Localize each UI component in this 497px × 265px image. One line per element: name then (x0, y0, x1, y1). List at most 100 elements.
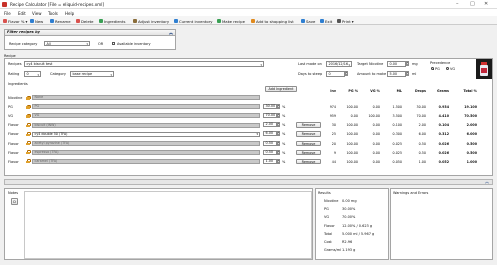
ingredient-inv-cell: 9 (333, 150, 336, 155)
delete-button[interactable]: Delete (76, 18, 93, 24)
collapse-filter-icon[interactable]: ︽ (169, 30, 173, 35)
remove-ingredient-button[interactable]: Remove (296, 140, 321, 146)
precedence-vg-radio[interactable] (446, 67, 449, 70)
ingredient-grams-cell: 0.026 (438, 150, 449, 155)
last-made-date-picker[interactable]: 2016/12/16 ▾ (326, 61, 352, 67)
current-inventory-label: Current inventory (179, 18, 213, 24)
print-button[interactable]: Print ▾ (337, 18, 354, 24)
ingredient-amount-stepper[interactable]: ▴ ▾ (277, 140, 280, 146)
rating-select[interactable]: 0 ▾ (24, 71, 41, 77)
delete-label: Delete (81, 18, 94, 24)
amount-to-make-input[interactable]: 5.00 (387, 71, 406, 77)
lock-icon[interactable] (26, 95, 31, 100)
recipes-select[interactable]: cy4 biscuit test ▾ (24, 61, 264, 67)
remove-ingredient-button[interactable]: Remove (296, 131, 321, 137)
splitter-bar[interactable]: ︽ (4, 179, 493, 185)
notes-textarea[interactable] (24, 191, 312, 259)
current-inventory-button[interactable]: Current inventory (174, 18, 213, 24)
or-label: OR (98, 42, 104, 46)
ingredient-vg-cell: 0.00 (372, 105, 380, 110)
precedence-pg-label: PG (435, 67, 440, 71)
filter-header[interactable]: Filter recipes by ︽ (4, 29, 176, 36)
category-label: Category (50, 72, 66, 76)
ingredient-select[interactable]: espresso (TFA) (32, 149, 260, 155)
ingredient-select[interactable]: PG (32, 104, 260, 110)
flavor-icon (3, 19, 7, 23)
lock-icon[interactable] (26, 150, 31, 155)
ingredient-select[interactable]: biscuit (INW) (32, 122, 260, 128)
notes-label: Notes (8, 191, 19, 195)
ingredient-type-label: Flavor (8, 132, 19, 137)
ingredient-pg-cell: 100.00 (346, 123, 358, 128)
add-ingredient-button[interactable]: Add Ingredient (265, 86, 297, 92)
ingredient-amount-input[interactable]: 1.00 (263, 158, 277, 164)
days-steep-input[interactable]: 0 (326, 71, 345, 77)
exit-button[interactable]: Exit (320, 18, 332, 24)
remove-ingredient-button[interactable]: Remove (296, 158, 321, 165)
flavor-percent-button[interactable]: Flavor % ▾ (3, 18, 27, 24)
ingredient-amount-input[interactable]: 0.50 (263, 149, 277, 155)
make-recipe-button[interactable]: Make recipe (217, 18, 245, 24)
ingredient-vg-cell: 0.00 (372, 123, 380, 128)
lock-icon[interactable] (26, 104, 31, 109)
ingredient-select[interactable]: acetyl pyrazine (TFA) (32, 140, 260, 146)
ingredient-amount-input[interactable]: 30.00 (263, 104, 277, 110)
ingredients-section-label: Ingredients (8, 82, 28, 86)
available-inventory-checkbox[interactable] (112, 42, 116, 46)
ingredient-amount-stepper[interactable]: ▴ ▾ (277, 122, 280, 128)
print-icon (337, 19, 341, 23)
column-header-ml: ML (396, 89, 402, 93)
ingredient-amount-input[interactable]: 70.00 (263, 113, 277, 119)
add-to-shopping-list-button[interactable]: Add to shopping list (251, 18, 294, 24)
last-made-value: 2016/12/16 (328, 62, 349, 66)
target-nicotine-stepper[interactable]: ▴ ▾ (406, 61, 409, 66)
save-button[interactable]: Save (301, 18, 315, 24)
remove-ingredient-button[interactable]: Remove (296, 149, 321, 156)
add-to-shopping-list-label: Add to shopping list (256, 18, 294, 24)
menu-view[interactable]: View (32, 11, 42, 16)
ingredient-select[interactable]: caramel (TFA) (32, 158, 260, 164)
lock-icon[interactable] (26, 159, 31, 164)
notes-edit-button[interactable]: D (11, 198, 18, 205)
adjust-inventory-button[interactable]: Adjust inventory (133, 18, 169, 24)
ingredient-amount-input[interactable]: 2.00 (263, 122, 277, 128)
ingredient-amount-value: 0.50 (265, 140, 274, 145)
ingredient-select[interactable]: cy4 double 50 (TFA) ▾ (32, 131, 260, 137)
lock-icon[interactable] (26, 132, 31, 137)
close-button[interactable]: ✕ (484, 1, 488, 7)
collapse-bottom-icon[interactable]: ︽ (485, 179, 489, 185)
ingredient-amount-input[interactable]: 0.50 (263, 140, 277, 146)
precedence-pg-radio[interactable] (431, 67, 434, 70)
ingredient-amount-stepper[interactable]: ▴ ▾ (277, 149, 280, 155)
ingredients-button[interactable]: Ingredients (99, 18, 125, 24)
ingredient-select[interactable]: None (32, 95, 260, 101)
ingredient-amount-stepper[interactable]: ▴ ▾ (277, 113, 280, 119)
rename-button[interactable]: Rename (50, 18, 71, 24)
category-select[interactable]: base recipe ▾ (70, 71, 114, 77)
recipe-category-select[interactable]: All ▾ (44, 40, 90, 46)
lock-icon[interactable] (26, 141, 31, 146)
save-label: Save (306, 18, 316, 24)
amount-to-make-unit: ml (412, 72, 417, 76)
ingredient-amount-input[interactable]: 6.00 (263, 131, 277, 137)
lock-icon[interactable] (26, 123, 31, 127)
delete-icon (76, 19, 80, 23)
menu-help[interactable]: Help (65, 11, 74, 16)
minimize-button[interactable]: – (456, 1, 459, 7)
menu-tools[interactable]: Tools (48, 11, 58, 16)
lock-icon[interactable] (26, 113, 31, 118)
menu-edit[interactable]: Edit (18, 11, 26, 16)
ingredient-select[interactable]: VG (32, 113, 260, 119)
amount-to-make-stepper[interactable]: ▴ ▾ (406, 71, 409, 76)
target-nicotine-input[interactable]: 0.00 (387, 61, 406, 67)
new-button[interactable]: New (30, 18, 43, 24)
menu-file[interactable]: File (4, 11, 11, 16)
ingredient-type-label: Nicotine (8, 96, 23, 100)
ingredient-amount-stepper[interactable]: ▴ ▾ (277, 158, 280, 164)
ingredient-amount-stepper[interactable]: ▴ ▾ (277, 131, 280, 137)
column-header-pg: PG % (348, 89, 358, 93)
maximize-button[interactable]: □ (470, 1, 475, 7)
remove-ingredient-button[interactable]: Remove (296, 122, 321, 128)
days-steep-stepper[interactable]: ▴ ▾ (345, 71, 348, 76)
ingredient-amount-stepper[interactable]: ▴ ▾ (277, 104, 280, 110)
